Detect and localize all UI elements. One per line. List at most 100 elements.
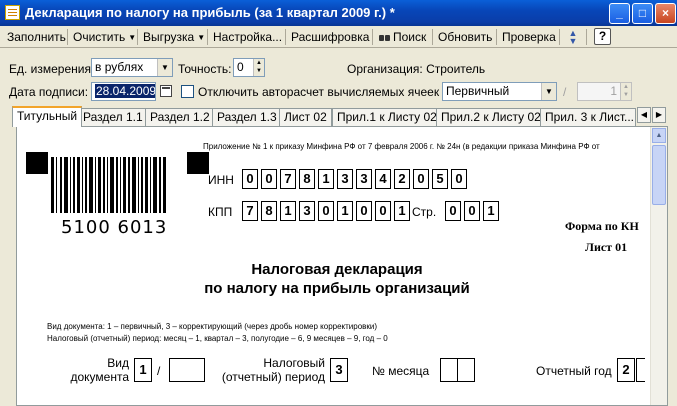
- export-menu-button[interactable]: Выгрузка ▼: [140, 28, 208, 46]
- barcode-image: [51, 157, 166, 213]
- kpp-digit-cell[interactable]: 3: [299, 201, 315, 221]
- toolbar-separator: [372, 29, 373, 45]
- maximize-button[interactable]: □: [632, 3, 653, 24]
- kpp-digit-cell[interactable]: 1: [337, 201, 353, 221]
- toolbar-separator: [586, 29, 587, 45]
- close-button[interactable]: ×: [655, 3, 676, 24]
- period-note: Налоговый (отчетный) период: месяц – 1, …: [47, 334, 388, 343]
- precision-spinner[interactable]: 0 ▲ ▼: [233, 58, 265, 77]
- chevron-down-icon[interactable]: ▼: [541, 83, 556, 100]
- check-button[interactable]: Проверка: [499, 28, 559, 46]
- doc-kind-box[interactable]: 1: [134, 358, 152, 382]
- declaration-page: Приложение № 1 к приказу Минфина РФ от 7…: [17, 127, 645, 405]
- inn-digit-cell[interactable]: 8: [299, 169, 315, 189]
- inn-digit-cell[interactable]: 7: [280, 169, 296, 189]
- toolbar-separator: [496, 29, 497, 45]
- chevron-down-icon[interactable]: ▼: [157, 59, 172, 76]
- unit-value: в рублях: [95, 60, 144, 74]
- kpp-digit-cell[interactable]: 0: [318, 201, 334, 221]
- tab-appendix-1[interactable]: Прил.1 к Листу 02: [332, 108, 442, 126]
- scroll-thumb[interactable]: [652, 145, 666, 205]
- inn-label: ИНН: [208, 173, 234, 187]
- inn-digit-cell[interactable]: 0: [261, 169, 277, 189]
- sheet-tabs: Титульный Раздел 1.1 Раздел 1.2 Раздел 1…: [0, 106, 677, 127]
- settings-button[interactable]: Настройка...: [210, 28, 285, 46]
- page-digit-cell[interactable]: 0: [445, 201, 461, 221]
- sort-updown-icon[interactable]: ▲ ▼: [566, 29, 580, 46]
- toolbar-separator: [432, 29, 433, 45]
- tab-appendix-2[interactable]: Прил.2 к Листу 02: [436, 108, 546, 126]
- toolbar-separator: [559, 29, 560, 45]
- period-box[interactable]: 3: [330, 358, 348, 382]
- correction-slash: /: [563, 85, 567, 99]
- decode-button[interactable]: Расшифровка: [288, 28, 372, 46]
- spinner-arrows-icon[interactable]: ▲ ▼: [253, 59, 264, 76]
- toolbar-separator: [285, 29, 286, 45]
- clear-menu-button[interactable]: Очистить ▼: [70, 28, 139, 46]
- inn-cells: 007813342050: [242, 169, 470, 189]
- scroll-up-icon[interactable]: ▲: [652, 128, 666, 143]
- doc-kind-select[interactable]: Первичный ▼: [442, 82, 557, 101]
- kpp-digit-cell[interactable]: 7: [242, 201, 258, 221]
- fill-button[interactable]: Заполнить: [4, 28, 69, 46]
- kpp-digit-cell[interactable]: 1: [280, 201, 296, 221]
- year-box-2[interactable]: [636, 358, 645, 382]
- chevron-down-icon: ▼: [128, 33, 137, 42]
- clear-menu-label: Очистить: [73, 30, 126, 44]
- inn-digit-cell[interactable]: 5: [432, 169, 448, 189]
- sign-date-input[interactable]: 28.04.2009: [91, 82, 156, 101]
- spinner-arrows-icon[interactable]: ▲ ▼: [620, 83, 631, 100]
- kpp-digit-cell[interactable]: 8: [261, 201, 277, 221]
- search-button[interactable]: Поиск: [376, 28, 429, 46]
- tab-title-sheet[interactable]: Титульный: [12, 106, 83, 127]
- tab-section-1-1[interactable]: Раздел 1.1: [78, 108, 148, 126]
- vertical-scrollbar[interactable]: ▲: [650, 127, 667, 405]
- title-bar[interactable]: Декларация по налогу на прибыль (за 1 кв…: [0, 0, 677, 26]
- inn-digit-cell[interactable]: 0: [413, 169, 429, 189]
- inn-digit-cell[interactable]: 1: [318, 169, 334, 189]
- refresh-button[interactable]: Обновить: [435, 28, 495, 46]
- fill-button-label: Заполнить: [7, 30, 66, 44]
- autocalc-checkbox[interactable]: [181, 85, 194, 98]
- inn-digit-cell[interactable]: 3: [337, 169, 353, 189]
- up-arrow-icon: ▲: [256, 60, 262, 66]
- kpp-label: КПП: [208, 205, 233, 219]
- inn-digit-cell[interactable]: 4: [375, 169, 391, 189]
- kpp-digit-cell[interactable]: 1: [394, 201, 410, 221]
- inn-digit-cell[interactable]: 0: [451, 169, 467, 189]
- page-digit-cell[interactable]: 1: [483, 201, 499, 221]
- kpp-digit-cell[interactable]: 0: [356, 201, 372, 221]
- tab-appendix-3[interactable]: Прил. 3 к Лист...: [540, 108, 636, 126]
- year-label: Отчетный год: [536, 364, 612, 378]
- corner-marker: [187, 152, 209, 174]
- inn-digit-cell[interactable]: 2: [394, 169, 410, 189]
- inn-digit-cell[interactable]: 0: [242, 169, 258, 189]
- correction-number-spinner[interactable]: 1 ▲ ▼: [577, 82, 632, 101]
- month-box-2[interactable]: [457, 358, 475, 382]
- declaration-title-line2: по налогу на прибыль организаций: [204, 280, 470, 297]
- down-arrow-icon: ▼: [256, 68, 262, 74]
- sign-date-label: Дата подписи:: [9, 85, 89, 99]
- correction-box[interactable]: [169, 358, 205, 382]
- tab-section-1-2[interactable]: Раздел 1.2: [145, 108, 215, 126]
- document-frame: Приложение № 1 к приказу Минфина РФ от 7…: [16, 126, 668, 406]
- tab-section-1-3[interactable]: Раздел 1.3: [212, 108, 282, 126]
- tab-sheet-02[interactable]: Лист 02: [279, 108, 332, 126]
- organization-label: Организация: Строитель: [347, 62, 485, 76]
- page-digit-cell[interactable]: 0: [464, 201, 480, 221]
- inn-digit-cell[interactable]: 3: [356, 169, 372, 189]
- doc-kind-label-2: документа: [70, 370, 129, 384]
- unit-select[interactable]: в рублях ▼: [91, 58, 173, 77]
- tab-scroll-left-icon[interactable]: ◀: [637, 107, 651, 123]
- calendar-icon[interactable]: [160, 85, 172, 97]
- barcode-number: 5100 6013: [59, 217, 170, 238]
- declaration-window: Декларация по налогу на прибыль (за 1 кв…: [0, 0, 677, 406]
- down-arrow-icon: ▼: [568, 36, 578, 46]
- kpp-digit-cell[interactable]: 0: [375, 201, 391, 221]
- minimize-button[interactable]: _: [609, 3, 630, 24]
- year-box-1[interactable]: 2: [617, 358, 635, 382]
- form-code-label: Форма по КН: [565, 219, 639, 233]
- tab-scroll-right-icon[interactable]: ▶: [652, 107, 666, 123]
- help-button[interactable]: ?: [594, 28, 611, 45]
- month-box-1[interactable]: [440, 358, 458, 382]
